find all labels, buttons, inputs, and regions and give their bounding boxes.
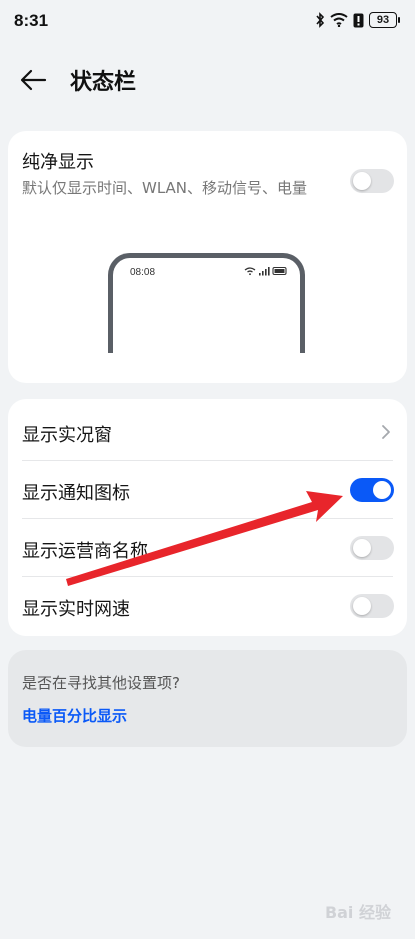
- battery-icon: 93: [369, 12, 400, 28]
- network-speed-row: 显示实时网速: [8, 577, 407, 635]
- preview-time: 08:08: [130, 267, 156, 278]
- search-suggestion-card: 是否在寻找其他设置项? 电量百分比显示: [8, 650, 407, 747]
- carrier-name-row: 显示运营商名称: [8, 519, 407, 577]
- carrier-name-toggle[interactable]: [350, 536, 394, 560]
- pure-display-card: 纯净显示 默认仅显示时间、WLAN、移动信号、电量 08:08: [8, 131, 407, 383]
- notification-icons-row: 显示通知图标: [8, 461, 407, 519]
- alert-icon: [353, 13, 364, 27]
- pure-display-description: 默认仅显示时间、WLAN、移动信号、电量: [22, 179, 308, 197]
- search-suggestion-hint: 是否在寻找其他设置项?: [22, 674, 180, 692]
- battery-percentage-link[interactable]: 电量百分比显示: [22, 705, 127, 726]
- live-window-row[interactable]: 显示实况窗: [8, 403, 407, 461]
- carrier-name-label: 显示运营商名称: [22, 541, 148, 562]
- notification-icons-label: 显示通知图标: [22, 483, 130, 504]
- toggle-knob: [353, 172, 371, 190]
- notification-icons-toggle[interactable]: [350, 478, 394, 502]
- phone-preview: 08:08: [108, 253, 305, 353]
- chevron-right-icon: [382, 425, 390, 439]
- network-speed-label: 显示实时网速: [22, 599, 130, 620]
- toggle-knob: [353, 597, 371, 615]
- status-time: 8:31: [14, 11, 49, 30]
- live-window-label: 显示实况窗: [22, 425, 112, 446]
- status-bar: 8:31 93: [0, 0, 415, 44]
- bluetooth-icon: [316, 12, 325, 28]
- back-button[interactable]: [18, 64, 50, 96]
- settings-card: 显示实况窗 显示通知图标 显示运营商名称 显示实时网速: [8, 399, 407, 636]
- wifi-icon: [330, 13, 348, 27]
- network-speed-toggle[interactable]: [350, 594, 394, 618]
- status-icons: 93: [315, 12, 400, 28]
- toggle-knob: [373, 481, 391, 499]
- page-title: 状态栏: [70, 70, 137, 95]
- back-arrow-icon: [20, 69, 47, 91]
- pure-display-title: 纯净显示: [22, 152, 94, 173]
- page-header: 状态栏: [0, 56, 415, 102]
- watermark: Bai 经验: [324, 903, 391, 922]
- pure-display-toggle[interactable]: [350, 169, 394, 193]
- toggle-knob: [353, 539, 371, 557]
- preview-status-icons: [244, 266, 287, 276]
